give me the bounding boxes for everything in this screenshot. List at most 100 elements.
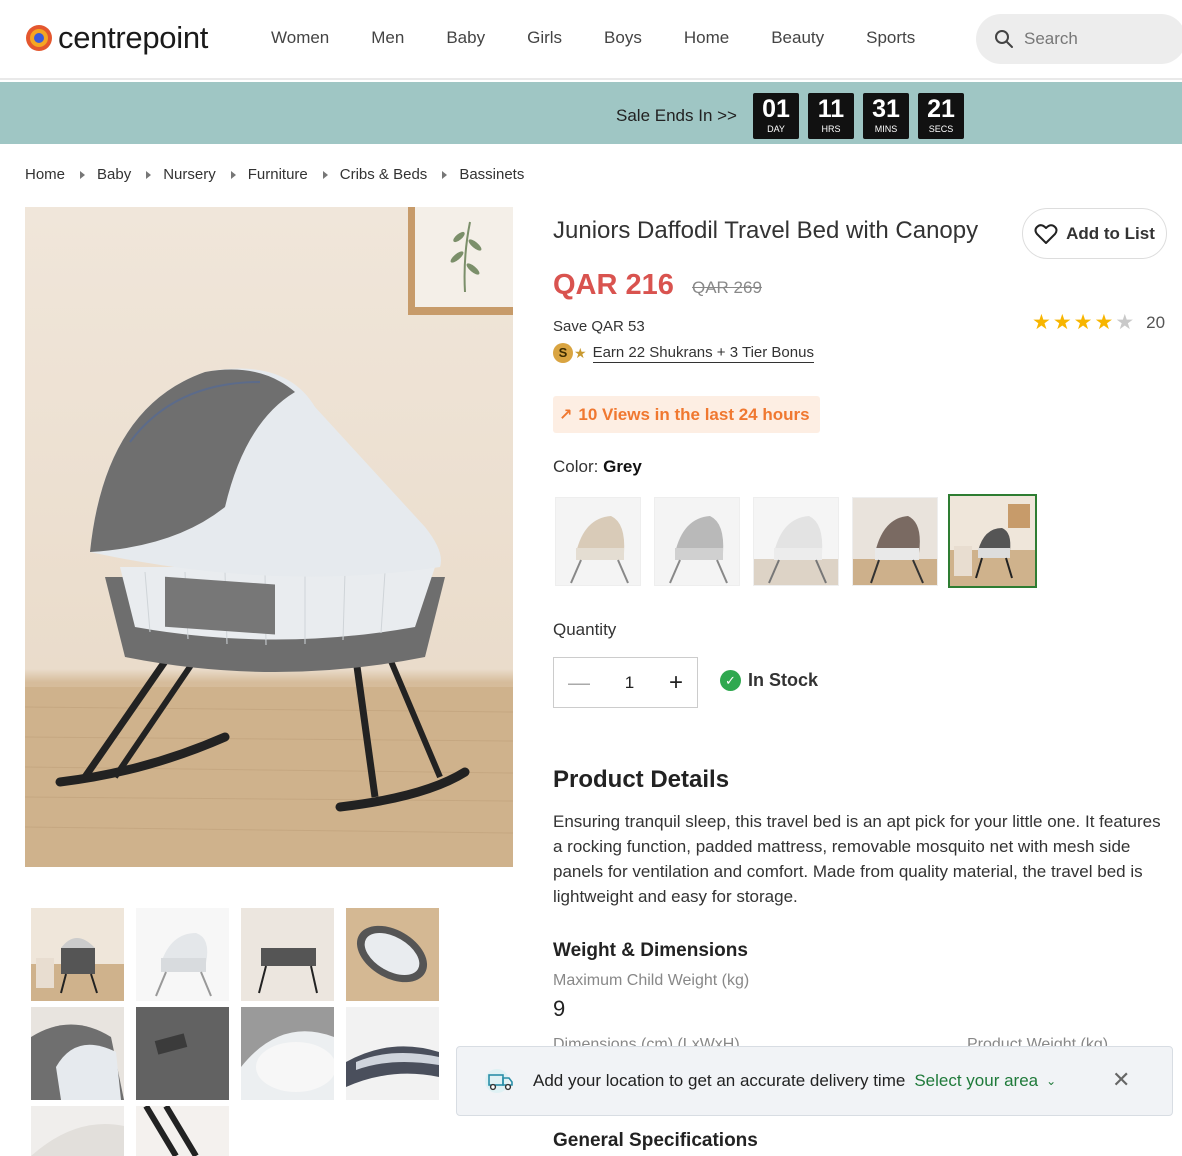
logo[interactable]: centrepoint bbox=[26, 20, 208, 56]
color-swatch-3[interactable] bbox=[753, 497, 839, 586]
stock-text: In Stock bbox=[748, 670, 819, 690]
star-filled-icon: ★ bbox=[1073, 311, 1093, 334]
shukrans-offer: S ★ Earn 22 Shukrans + 3 Tier Bonus bbox=[553, 343, 814, 363]
logo-mark-icon bbox=[26, 25, 52, 51]
quantity-value[interactable]: 1 bbox=[625, 673, 634, 693]
product-rating[interactable]: ★ ★ ★ ★ ★ 20 bbox=[1032, 312, 1165, 334]
gallery-thumb-3[interactable] bbox=[241, 908, 334, 1001]
logo-text: centrepoint bbox=[58, 20, 209, 55]
rating-count: 20 bbox=[1146, 313, 1166, 332]
nav-baby[interactable]: Baby bbox=[446, 28, 485, 48]
nav-home[interactable]: Home bbox=[684, 28, 729, 48]
bassinet-illustration bbox=[25, 207, 513, 867]
select-area-link[interactable]: Select your area ⌄ bbox=[914, 1071, 1056, 1091]
product-description: Ensuring tranquil sleep, this travel bed… bbox=[553, 812, 1161, 906]
star-filled-icon: ★ bbox=[1052, 311, 1072, 334]
nav-beauty[interactable]: Beauty bbox=[771, 28, 824, 48]
check-circle-icon: ✓ bbox=[720, 670, 741, 691]
color-label-text: Color: bbox=[553, 457, 599, 476]
star-empty-icon: ★ bbox=[1115, 311, 1135, 334]
shukrans-coin-icon: S bbox=[553, 343, 573, 363]
search-box[interactable] bbox=[976, 14, 1182, 64]
color-swatch-2[interactable] bbox=[654, 497, 740, 586]
quantity-label: Quantity bbox=[553, 620, 617, 639]
chevron-down-icon: ⌄ bbox=[1046, 1074, 1057, 1088]
shukrans-star-icon: ★ bbox=[574, 344, 587, 361]
nav-boys[interactable]: Boys bbox=[604, 28, 642, 48]
breadcrumb-nursery[interactable]: Nursery bbox=[163, 166, 216, 183]
breadcrumb-bassinets[interactable]: Bassinets bbox=[459, 166, 524, 183]
product-old-price: QAR 269 bbox=[692, 278, 762, 297]
gallery-thumb-9[interactable] bbox=[31, 1106, 124, 1156]
add-to-list-label: Add to List bbox=[1066, 223, 1155, 243]
gallery-thumb-4[interactable] bbox=[346, 908, 439, 1001]
timer-day: 01 DAY bbox=[753, 93, 799, 139]
add-to-list-button[interactable]: Add to List bbox=[1022, 208, 1167, 259]
sale-banner: Sale Ends In >> 01 DAY 11 HRS 31 MINS 21… bbox=[0, 82, 1182, 144]
weight-dimensions-heading: Weight & Dimensions bbox=[553, 940, 748, 961]
search-icon bbox=[995, 30, 1013, 48]
general-specifications-heading: General Specifications bbox=[553, 1130, 758, 1151]
breadcrumb-home[interactable]: Home bbox=[25, 166, 65, 183]
quantity-increase-button[interactable]: + bbox=[669, 669, 683, 697]
product-title: Juniors Daffodil Travel Bed with Canopy bbox=[553, 217, 979, 244]
breadcrumb-separator-icon bbox=[322, 170, 328, 179]
quantity-stepper: — 1 + bbox=[553, 657, 698, 708]
color-swatch-grey-selected[interactable] bbox=[948, 494, 1037, 588]
max-weight-label: Maximum Child Weight (kg) bbox=[553, 972, 750, 989]
main-nav: Women Men Baby Girls Boys Home Beauty Sp… bbox=[250, 28, 936, 48]
color-label: Color: Grey bbox=[553, 457, 642, 477]
nav-girls[interactable]: Girls bbox=[527, 28, 562, 48]
breadcrumb-separator-icon bbox=[146, 170, 152, 179]
sale-label: Sale Ends In >> bbox=[616, 106, 737, 125]
color-swatch-1[interactable] bbox=[555, 497, 641, 586]
timer-mins-unit: MINS bbox=[874, 124, 898, 134]
product-main-image[interactable] bbox=[25, 207, 513, 867]
color-swatch-4[interactable] bbox=[852, 497, 938, 586]
search-input[interactable] bbox=[1024, 29, 1164, 49]
savings-text: Save QAR 53 bbox=[553, 318, 645, 335]
timer-secs-value: 21 bbox=[927, 95, 955, 123]
star-filled-icon: ★ bbox=[1094, 311, 1114, 334]
gallery-thumb-5[interactable] bbox=[31, 1007, 124, 1100]
gallery-thumb-10[interactable] bbox=[136, 1106, 229, 1156]
select-area-label: Select your area bbox=[914, 1071, 1039, 1090]
timer-hrs: 11 HRS bbox=[808, 93, 854, 139]
star-filled-icon: ★ bbox=[1032, 311, 1051, 334]
color-value: Grey bbox=[603, 457, 642, 476]
shukrans-link[interactable]: Earn 22 Shukrans + 3 Tier Bonus bbox=[592, 344, 814, 363]
gallery-thumb-6[interactable] bbox=[136, 1007, 229, 1100]
close-icon[interactable]: ✕ bbox=[1112, 1067, 1130, 1093]
quantity-decrease-button[interactable]: — bbox=[568, 670, 590, 696]
breadcrumb-furniture[interactable]: Furniture bbox=[248, 166, 308, 183]
gallery-thumb-1[interactable] bbox=[31, 908, 124, 1001]
timer-secs: 21 SECS bbox=[918, 93, 964, 139]
gallery-thumb-2[interactable] bbox=[136, 908, 229, 1001]
stock-status: ✓ In Stock bbox=[720, 670, 818, 691]
breadcrumb-separator-icon bbox=[80, 170, 86, 179]
product-price: QAR 216 bbox=[553, 269, 674, 301]
nav-men[interactable]: Men bbox=[371, 28, 404, 48]
delivery-location-toast: Add your location to get an accurate del… bbox=[456, 1046, 1173, 1116]
delivery-truck-icon bbox=[485, 1069, 513, 1093]
product-details-heading: Product Details bbox=[553, 766, 730, 793]
timer-day-value: 01 bbox=[762, 95, 790, 123]
gallery-thumb-8[interactable] bbox=[346, 1007, 439, 1100]
timer-day-unit: DAY bbox=[767, 124, 785, 134]
views-text: 10 Views in the last 24 hours bbox=[578, 404, 810, 424]
toast-message: Add your location to get an accurate del… bbox=[533, 1071, 906, 1090]
gallery-thumb-7[interactable] bbox=[241, 1007, 334, 1100]
timer-hrs-unit: HRS bbox=[821, 124, 841, 134]
breadcrumb-separator-icon bbox=[230, 170, 236, 179]
nav-women[interactable]: Women bbox=[271, 28, 329, 48]
timer-secs-unit: SECS bbox=[928, 124, 954, 134]
max-weight-value: 9 bbox=[553, 996, 566, 1021]
nav-sports[interactable]: Sports bbox=[866, 28, 915, 48]
breadcrumb-baby[interactable]: Baby bbox=[97, 166, 131, 183]
site-header: centrepoint Women Men Baby Girls Boys Ho… bbox=[0, 0, 1182, 80]
breadcrumb: Home Baby Nursery Furniture Cribs & Beds… bbox=[25, 166, 524, 183]
timer-mins-value: 31 bbox=[872, 95, 900, 123]
breadcrumb-cribs-beds[interactable]: Cribs & Beds bbox=[340, 166, 428, 183]
heart-icon bbox=[1034, 223, 1058, 244]
timer-mins: 31 MINS bbox=[863, 93, 909, 139]
